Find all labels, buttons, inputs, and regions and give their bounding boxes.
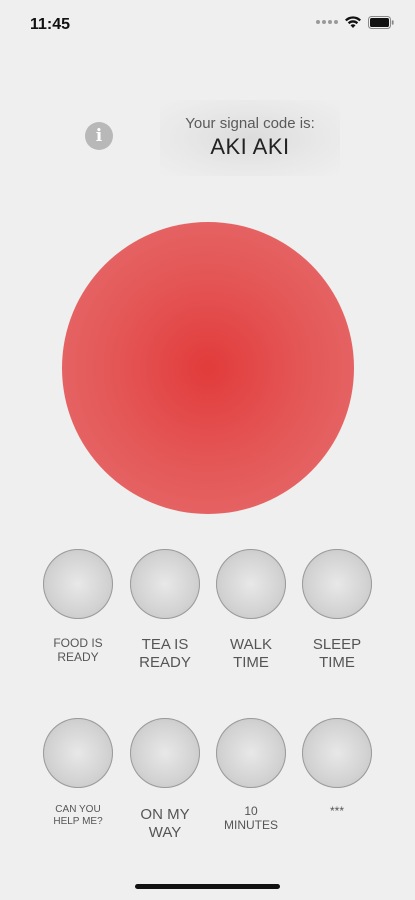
quick-label-walk-time: WALK TIME: [230, 636, 272, 671]
main-signal-button[interactable]: [62, 222, 354, 514]
signal-code-label: Your signal code is:: [185, 115, 315, 132]
quick-button-on-my-way[interactable]: [130, 718, 200, 788]
wifi-icon: [345, 16, 361, 28]
quick-button-sleep-time[interactable]: [302, 549, 372, 619]
quick-button-10-minutes[interactable]: [216, 718, 286, 788]
quick-label-10-minutes: 10 MINUTES: [224, 804, 278, 833]
quick-label-sleep-time: SLEEP TIME: [312, 636, 362, 671]
quick-button-food-is-ready[interactable]: [43, 549, 113, 619]
quick-label-food-is-ready: FOOD IS READY: [53, 636, 103, 665]
status-bar: 11:45: [0, 0, 415, 50]
status-icons: [316, 15, 395, 29]
signal-code-value: AKI AKI: [210, 134, 290, 159]
info-icon[interactable]: i: [85, 122, 113, 150]
quick-button-custom[interactable]: [302, 718, 372, 788]
quick-button-walk-time[interactable]: [216, 549, 286, 619]
signal-code-panel: Your signal code is: AKI AKI: [160, 100, 340, 176]
status-time: 11:45: [30, 16, 71, 33]
quick-button-tea-is-ready[interactable]: [130, 549, 200, 619]
quick-label-can-you-help-me: CAN YOU HELP ME?: [53, 804, 103, 827]
quick-label-tea-is-ready: TEA IS READY: [139, 636, 191, 671]
quick-label-on-my-way: ON MY WAY: [140, 806, 190, 841]
battery-icon: [368, 15, 394, 29]
quick-label-custom: ***: [329, 804, 344, 818]
signal-dots-icon: [316, 20, 338, 24]
home-indicator[interactable]: [135, 884, 280, 889]
quick-button-can-you-help-me[interactable]: [43, 718, 113, 788]
